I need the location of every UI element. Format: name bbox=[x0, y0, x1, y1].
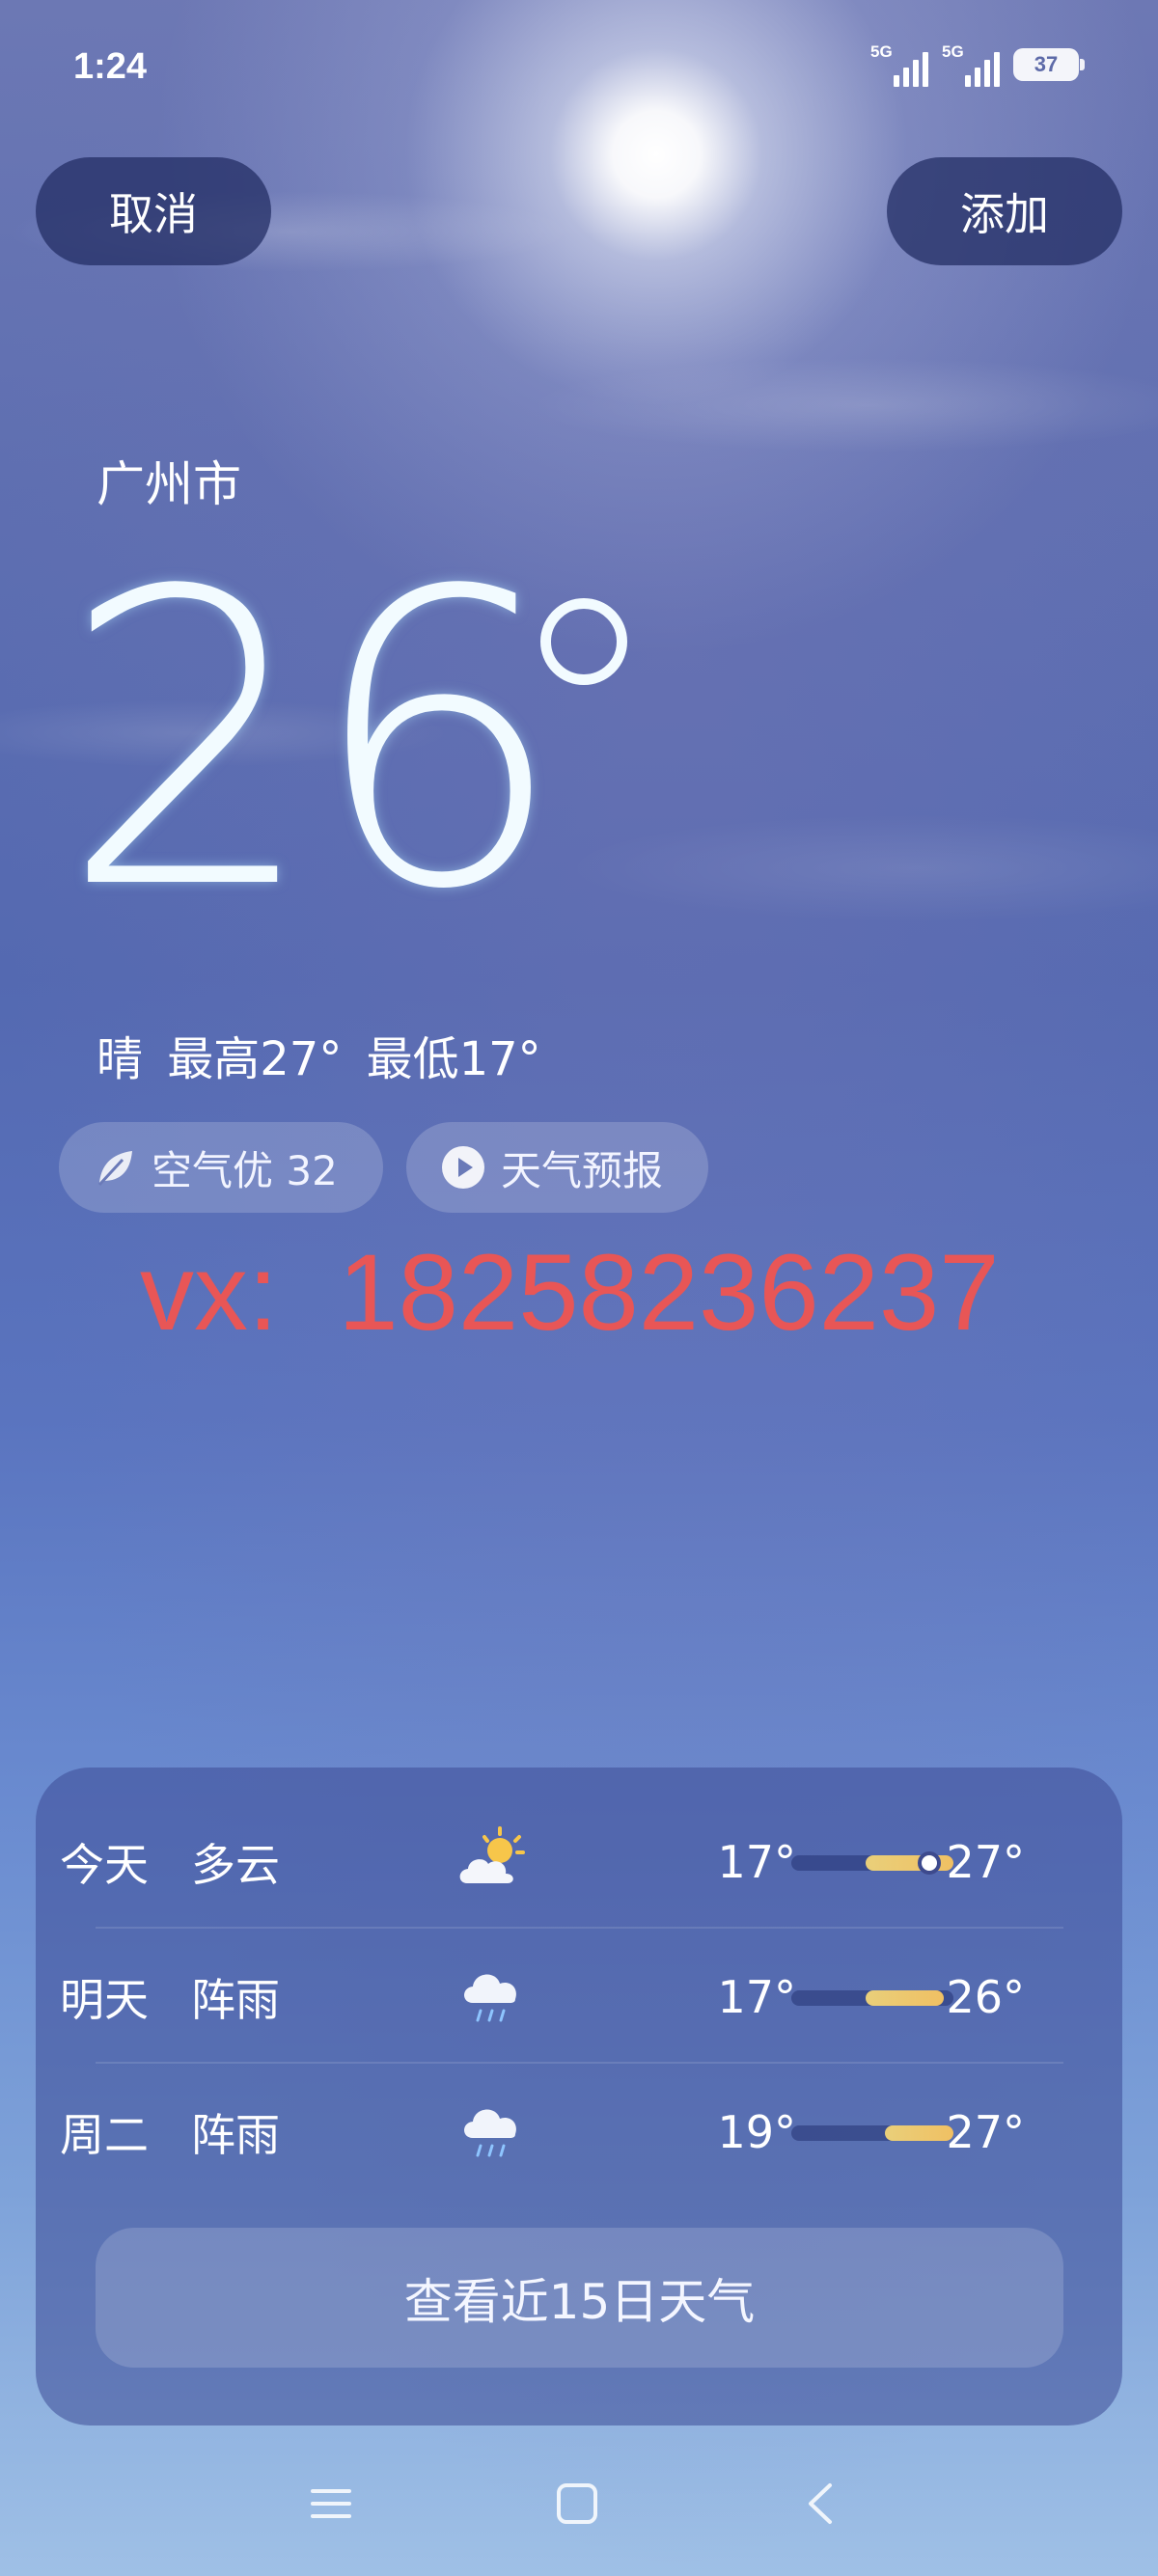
cancel-button[interactable]: 取消 bbox=[36, 157, 271, 265]
forecast-low: 17° bbox=[717, 1836, 796, 1888]
forecast-row[interactable]: 周二 阵雨 19° 27° bbox=[60, 2065, 1025, 2200]
weather-summary: 晴 最高27° 最低17° bbox=[96, 1032, 541, 1086]
forecast-row[interactable]: 明天 阵雨 17° 26° bbox=[60, 1930, 1025, 2065]
forecast-high: 26° bbox=[946, 1971, 1025, 2023]
add-button[interactable]: 添加 bbox=[887, 157, 1122, 265]
forecast-day: 周二 bbox=[60, 2109, 149, 2161]
signal-label: 5G bbox=[942, 42, 964, 61]
city-name: 广州市 bbox=[96, 456, 241, 512]
forecast-high: 27° bbox=[946, 2106, 1025, 2158]
signal-icon: 5G bbox=[942, 42, 1000, 87]
forecast-high: 27° bbox=[946, 1836, 1025, 1888]
divider bbox=[96, 2062, 1063, 2064]
status-icons: 5G 5G 37 bbox=[870, 42, 1085, 87]
forecast-day: 明天 bbox=[60, 1974, 149, 2026]
rain-cloud-icon bbox=[464, 1974, 516, 2022]
status-time: 1:24 bbox=[73, 46, 148, 87]
air-quality-label: 空气优 32 bbox=[152, 1146, 338, 1194]
watermark-text: vx: 18258236237 bbox=[140, 1232, 1000, 1353]
partly-cloudy-icon bbox=[459, 1826, 525, 1883]
degree-icon bbox=[540, 598, 627, 685]
forecast-low: 17° bbox=[717, 1971, 796, 2023]
back-icon[interactable] bbox=[797, 2480, 845, 2528]
battery-icon: 37 bbox=[1013, 48, 1085, 81]
weather-video-label: 天气预报 bbox=[501, 1146, 664, 1194]
menu-icon[interactable] bbox=[307, 2480, 355, 2528]
battery-level: 37 bbox=[1034, 52, 1059, 76]
home-icon[interactable] bbox=[553, 2480, 601, 2528]
air-quality-chip[interactable]: 空气优 32 bbox=[59, 1122, 383, 1213]
forecast-condition: 阵雨 bbox=[191, 2109, 280, 2161]
weather-video-chip[interactable]: 天气预报 bbox=[406, 1122, 708, 1213]
signal-icon: 5G bbox=[870, 42, 928, 87]
signal-label: 5G bbox=[870, 42, 893, 61]
forecast-condition: 多云 bbox=[191, 1839, 280, 1891]
forecast-row[interactable]: 今天 多云 17° 27° bbox=[60, 1795, 1025, 1930]
forecast-day: 今天 bbox=[60, 1839, 149, 1891]
play-icon bbox=[442, 1146, 484, 1189]
leaf-icon bbox=[97, 1151, 132, 1187]
divider bbox=[96, 1927, 1063, 1929]
forecast-condition: 阵雨 bbox=[191, 1974, 280, 2026]
view-15-day-forecast-button[interactable]: 查看近15日天气 bbox=[96, 2228, 1063, 2368]
rain-cloud-icon bbox=[464, 2109, 516, 2157]
current-temperature: 26 bbox=[60, 507, 565, 978]
forecast-low: 19° bbox=[717, 2106, 796, 2158]
